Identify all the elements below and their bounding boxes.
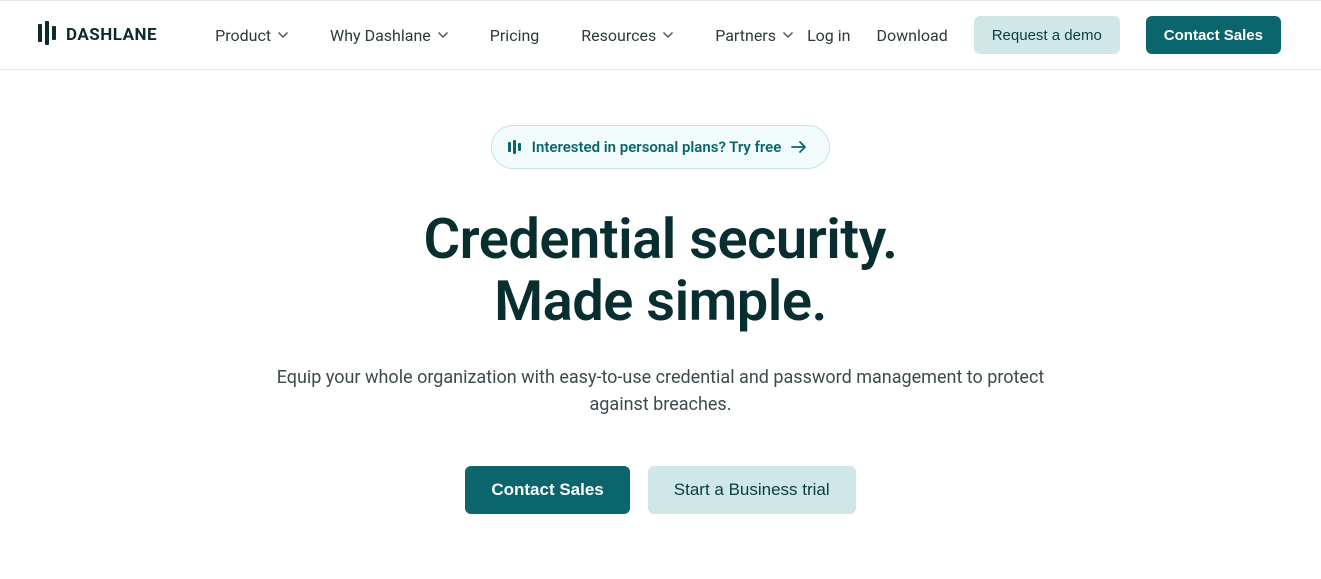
personal-plans-pill[interactable]: Interested in personal plans? Try free (491, 125, 831, 169)
hero-title-line2: Made simple. (494, 268, 827, 334)
dashlane-logo-icon (38, 21, 58, 49)
nav-label: Partners (715, 26, 776, 45)
chevron-down-icon (438, 30, 448, 40)
nav-label: Product (215, 26, 271, 45)
nav-pricing[interactable]: Pricing (490, 26, 540, 45)
nav-product[interactable]: Product (215, 26, 288, 45)
chevron-down-icon (663, 30, 673, 40)
request-demo-button[interactable]: Request a demo (974, 16, 1120, 54)
chevron-down-icon (783, 30, 793, 40)
nav-partners[interactable]: Partners (715, 26, 793, 45)
dashlane-mini-icon (508, 140, 522, 154)
nav-actions: Log in Download Request a demo Contact S… (807, 16, 1281, 54)
top-nav: DASHLANE Product Why Dashlane Pricing Re… (0, 0, 1321, 70)
nav-resources[interactable]: Resources (581, 26, 673, 45)
contact-sales-button[interactable]: Contact Sales (1146, 16, 1281, 54)
hero-subtitle: Equip your whole organization with easy-… (251, 364, 1071, 418)
download-link[interactable]: Download (876, 26, 947, 45)
hero-start-trial-button[interactable]: Start a Business trial (648, 466, 856, 514)
nav-label: Pricing (490, 26, 540, 45)
hero: Interested in personal plans? Try free C… (0, 70, 1321, 514)
primary-nav: Product Why Dashlane Pricing Resources P… (215, 26, 793, 45)
hero-contact-sales-button[interactable]: Contact Sales (465, 466, 629, 514)
hero-title: Credential security. Made simple. (0, 209, 1321, 332)
chevron-down-icon (278, 30, 288, 40)
hero-title-line1: Credential security. (423, 206, 897, 272)
brand-name: DASHLANE (66, 25, 157, 45)
nav-label: Resources (581, 26, 656, 45)
arrow-right-icon (791, 140, 807, 154)
login-link[interactable]: Log in (807, 26, 850, 45)
nav-label: Why Dashlane (330, 26, 431, 45)
nav-why-dashlane[interactable]: Why Dashlane (330, 26, 448, 45)
hero-cta-group: Contact Sales Start a Business trial (0, 466, 1321, 514)
pill-text: Interested in personal plans? Try free (532, 138, 782, 156)
brand-logo[interactable]: DASHLANE (38, 21, 157, 49)
